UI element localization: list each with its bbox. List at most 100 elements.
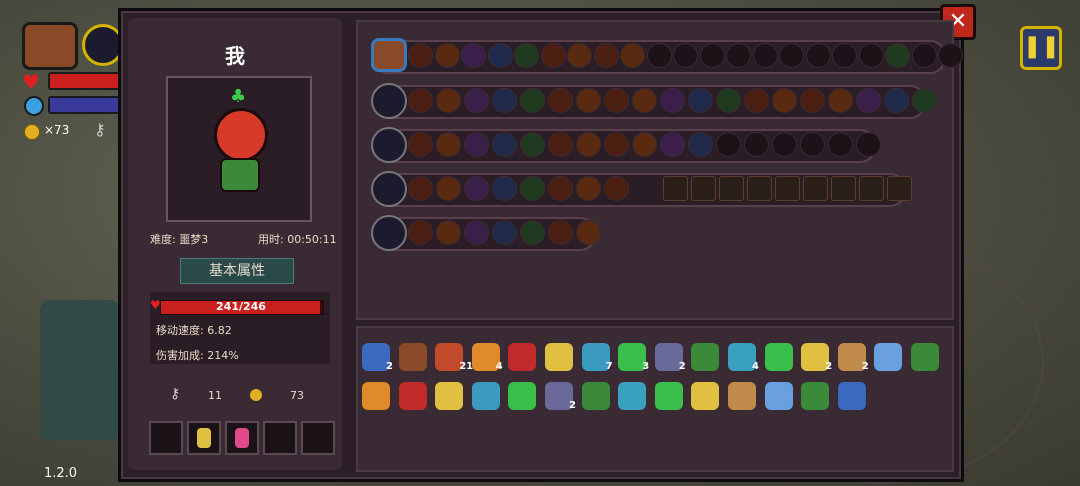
buff-slot[interactable] xyxy=(859,176,884,201)
modifier-chip[interactable] xyxy=(752,43,778,68)
modifier-chip[interactable] xyxy=(464,132,489,157)
modifier-chip[interactable] xyxy=(567,43,592,68)
modifier-chip[interactable] xyxy=(434,43,460,68)
modifier-chip[interactable] xyxy=(832,43,857,68)
modifier-chip[interactable] xyxy=(464,88,489,113)
modifier-chip[interactable] xyxy=(492,132,517,157)
modifier-chip[interactable] xyxy=(548,88,573,113)
modifier-chip[interactable] xyxy=(699,43,725,68)
modifier-chip[interactable] xyxy=(884,88,909,113)
modifier-chip[interactable] xyxy=(464,176,489,201)
modifier-chip[interactable] xyxy=(632,88,657,113)
modifier-chip[interactable] xyxy=(492,88,517,113)
modifier-chip[interactable] xyxy=(828,132,853,157)
modifier-chip[interactable] xyxy=(800,88,825,113)
bat-icon[interactable] xyxy=(618,382,647,410)
modifier-chip[interactable] xyxy=(593,43,619,68)
green-hand-icon[interactable] xyxy=(508,382,537,410)
bread-icon[interactable] xyxy=(764,382,793,410)
purple-orb-icon[interactable] xyxy=(371,215,407,251)
modifier-chip[interactable] xyxy=(688,88,713,113)
modifier-chip[interactable] xyxy=(408,176,433,201)
green-staff-icon[interactable] xyxy=(371,83,407,119)
clover-icon[interactable] xyxy=(764,343,793,371)
modifier-chip[interactable] xyxy=(408,88,433,113)
boot-icon[interactable] xyxy=(691,343,720,371)
buff-slot[interactable] xyxy=(831,176,856,201)
modifier-chip[interactable] xyxy=(548,132,573,157)
modifier-chip[interactable] xyxy=(576,132,601,157)
modifier-chip[interactable] xyxy=(632,132,657,157)
modifier-chip[interactable] xyxy=(688,132,713,157)
gold-staff-icon[interactable] xyxy=(371,171,407,207)
modifier-chip[interactable] xyxy=(779,43,804,68)
modifier-chip[interactable] xyxy=(805,43,831,68)
modifier-chip[interactable] xyxy=(660,88,685,113)
modifier-chip[interactable] xyxy=(800,132,825,157)
wood-log-icon[interactable] xyxy=(398,343,427,371)
buff-slot[interactable] xyxy=(691,176,716,201)
pickaxe-icon[interactable] xyxy=(654,382,683,410)
modifier-chip[interactable] xyxy=(744,88,769,113)
buff-slot[interactable] xyxy=(775,176,800,201)
modifier-chip[interactable] xyxy=(673,43,698,68)
modifier-chip[interactable] xyxy=(492,220,517,245)
blue-wings-icon[interactable] xyxy=(874,343,903,371)
chest-hud-icon[interactable] xyxy=(22,22,78,70)
modifier-chip[interactable] xyxy=(520,220,545,245)
ring-icon[interactable] xyxy=(911,343,939,371)
modifier-chip[interactable] xyxy=(408,43,433,68)
modifier-chip[interactable] xyxy=(487,43,513,68)
modifier-chip[interactable] xyxy=(408,220,433,245)
green-pot-icon[interactable] xyxy=(837,382,866,410)
modifier-chip[interactable] xyxy=(436,176,461,201)
modifier-chip[interactable] xyxy=(885,43,910,68)
modifier-chip[interactable] xyxy=(716,88,741,113)
modifier-chip[interactable] xyxy=(576,220,601,245)
pause-button[interactable]: ❚❚ xyxy=(1020,26,1062,70)
modifier-chip[interactable] xyxy=(604,132,629,157)
modifier-chip[interactable] xyxy=(576,176,601,201)
modifier-chip[interactable] xyxy=(744,132,769,157)
modifier-chip[interactable] xyxy=(436,220,461,245)
modifier-chip[interactable] xyxy=(461,43,486,68)
spring-icon[interactable] xyxy=(398,382,427,410)
modifier-chip[interactable] xyxy=(492,176,517,201)
modifier-chip[interactable] xyxy=(514,43,539,68)
modifier-chip[interactable] xyxy=(856,88,881,113)
basic-attributes-tab[interactable]: 基本属性 xyxy=(180,258,294,284)
modifier-chip[interactable] xyxy=(646,43,672,68)
inventory-slot-5[interactable] xyxy=(301,421,335,455)
inventory-slot-1[interactable] xyxy=(149,421,183,455)
modifier-chip[interactable] xyxy=(548,176,573,201)
buff-slot[interactable] xyxy=(663,176,688,201)
buff-slot[interactable] xyxy=(747,176,772,201)
potion-icon[interactable] xyxy=(545,343,573,371)
magnifier-icon[interactable] xyxy=(691,382,720,410)
modifier-chip[interactable] xyxy=(620,43,645,68)
blue-key-icon[interactable] xyxy=(581,382,610,410)
modifier-chip[interactable] xyxy=(576,88,601,113)
modifier-chip[interactable] xyxy=(911,43,937,68)
inventory-slot-2[interactable] xyxy=(187,421,221,455)
modifier-chip[interactable] xyxy=(520,88,545,113)
modifier-chip[interactable] xyxy=(408,132,433,157)
chest-icon[interactable] xyxy=(371,38,407,72)
buff-slot[interactable] xyxy=(803,176,828,201)
inventory-slot-3[interactable] xyxy=(225,421,259,455)
modifier-chip[interactable] xyxy=(828,88,853,113)
modifier-chip[interactable] xyxy=(772,132,797,157)
modifier-chip[interactable] xyxy=(660,132,685,157)
modifier-chip[interactable] xyxy=(912,88,937,113)
old-key-icon[interactable] xyxy=(728,382,756,410)
modifier-chip[interactable] xyxy=(520,176,545,201)
modifier-chip[interactable] xyxy=(604,176,629,201)
modifier-chip[interactable] xyxy=(436,88,461,113)
modifier-chip[interactable] xyxy=(540,43,566,68)
bow-icon[interactable] xyxy=(435,382,464,410)
crystal-staff-icon[interactable] xyxy=(371,127,407,163)
modifier-chip[interactable] xyxy=(858,43,884,68)
modifier-chip[interactable] xyxy=(716,132,741,157)
inventory-slot-4[interactable] xyxy=(263,421,297,455)
modifier-chip[interactable] xyxy=(726,43,751,68)
